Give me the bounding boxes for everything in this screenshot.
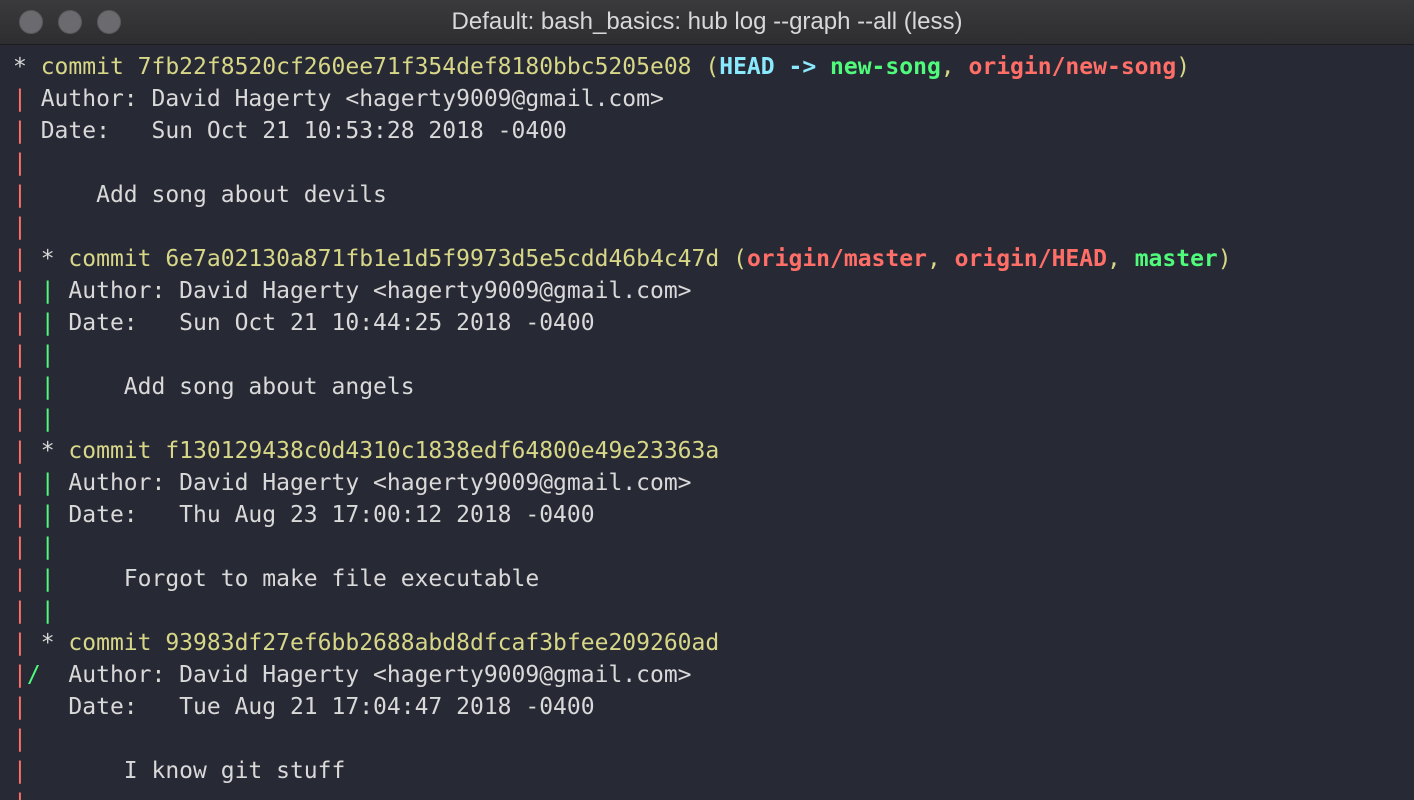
- terminal-line: |: [13, 211, 1414, 243]
- terminal-line: | * commit f130129438c0d4310c1838edf6480…: [13, 435, 1414, 467]
- terminal-text: (: [719, 246, 747, 272]
- terminal-text: |: [40, 566, 69, 592]
- terminal-text: |: [13, 758, 41, 784]
- terminal-text: origin/new-song: [968, 54, 1177, 80]
- terminal-text: |: [13, 694, 41, 720]
- terminal-line: | | Author: David Hagerty <hagerty9009@g…: [13, 275, 1414, 307]
- terminal-text: commit 6e7a02130a871fb1e1d5f9973d5e5cdd4…: [68, 246, 720, 272]
- terminal-line: |: [13, 147, 1414, 179]
- terminal-text: |: [13, 662, 27, 688]
- terminal-output[interactable]: * commit 7fb22f8520cf260ee71f354def8180b…: [0, 44, 1414, 800]
- terminal-text: |: [40, 310, 69, 336]
- terminal-text: |: [13, 438, 41, 464]
- terminal-text: |: [40, 374, 69, 400]
- terminal-text: |: [40, 598, 55, 624]
- terminal-text: |: [40, 534, 55, 560]
- terminal-line: | |: [13, 403, 1414, 435]
- terminal-text: ): [1217, 246, 1232, 272]
- terminal-text: |: [40, 470, 69, 496]
- terminal-line: | * commit 93983df27ef6bb2688abd8dfcaf3b…: [13, 627, 1414, 659]
- terminal-text: commit 7fb22f8520cf260ee71f354def8180bbc…: [40, 54, 692, 80]
- terminal-text: ): [1176, 54, 1191, 80]
- terminal-text: Add song about angels: [68, 374, 415, 400]
- terminal-text: |: [40, 406, 55, 432]
- terminal-line: | Date: Tue Aug 21 17:04:47 2018 -0400: [13, 691, 1414, 723]
- terminal-text: |: [13, 278, 41, 304]
- terminal-window: Default: bash_basics: hub log --graph --…: [0, 0, 1414, 800]
- terminal-text: /: [26, 662, 55, 688]
- terminal-text: ,: [940, 54, 969, 80]
- terminal-text: |: [13, 86, 41, 112]
- terminal-text: Author: David Hagerty <hagerty9009@gmail…: [68, 278, 692, 304]
- terminal-text: origin/master: [746, 246, 927, 272]
- terminal-text: Date: Tue Aug 21 17:04:47 2018 -0400: [40, 694, 595, 720]
- terminal-line: | * commit 6e7a02130a871fb1e1d5f9973d5e5…: [13, 243, 1414, 275]
- terminal-text: |: [13, 182, 41, 208]
- terminal-line: | Author: David Hagerty <hagerty9009@gma…: [13, 83, 1414, 115]
- terminal-text: |: [13, 150, 27, 176]
- terminal-text: HEAD ->: [719, 54, 831, 80]
- terminal-line: | I know git stuff: [13, 755, 1414, 787]
- terminal-line: | |: [13, 339, 1414, 371]
- window-title: Default: bash_basics: hub log --graph --…: [451, 8, 963, 35]
- terminal-text: Date: Sun Oct 21 10:44:25 2018 -0400: [68, 310, 595, 336]
- terminal-line: | Date: Sun Oct 21 10:53:28 2018 -0400: [13, 115, 1414, 147]
- terminal-line: | |: [13, 595, 1414, 627]
- terminal-text: *: [40, 438, 69, 464]
- terminal-text: *: [13, 54, 41, 80]
- terminal-line: | | Date: Thu Aug 23 17:00:12 2018 -0400: [13, 499, 1414, 531]
- terminal-text: |: [13, 118, 41, 144]
- terminal-text: |: [13, 374, 41, 400]
- terminal-text: |: [40, 278, 69, 304]
- terminal-text: |: [13, 246, 41, 272]
- terminal-text: |: [13, 470, 41, 496]
- terminal-text: |: [13, 598, 41, 624]
- terminal-line: |/ Author: David Hagerty <hagerty9009@gm…: [13, 659, 1414, 691]
- terminal-text: |: [13, 406, 41, 432]
- terminal-text: *: [40, 630, 69, 656]
- terminal-line: | | Author: David Hagerty <hagerty9009@g…: [13, 467, 1414, 499]
- terminal-text: |: [13, 726, 27, 752]
- terminal-text: new-song: [830, 54, 941, 80]
- terminal-text: ,: [926, 246, 955, 272]
- terminal-text: |: [13, 790, 27, 800]
- terminal-text: |: [40, 342, 55, 368]
- terminal-line: | |: [13, 531, 1414, 563]
- terminal-text: |: [13, 630, 41, 656]
- terminal-text: |: [13, 502, 41, 528]
- terminal-text: ,: [1106, 246, 1135, 272]
- terminal-text: Author: David Hagerty <hagerty9009@gmail…: [68, 470, 692, 496]
- terminal-line: |: [13, 787, 1414, 800]
- terminal-text: Author: David Hagerty <hagerty9009@gmail…: [54, 662, 692, 688]
- terminal-text: |: [40, 502, 69, 528]
- terminal-line: | | Date: Sun Oct 21 10:44:25 2018 -0400: [13, 307, 1414, 339]
- terminal-text: (: [691, 54, 720, 80]
- terminal-text: I know git stuff: [40, 758, 346, 784]
- terminal-text: |: [13, 310, 41, 336]
- terminal-text: Forgot to make file executable: [68, 566, 540, 592]
- terminal-line: | Add song about devils: [13, 179, 1414, 211]
- terminal-text: |: [13, 534, 41, 560]
- terminal-text: commit 93983df27ef6bb2688abd8dfcaf3bfee2…: [68, 630, 720, 656]
- terminal-line: | | Add song about angels: [13, 371, 1414, 403]
- terminal-line: * commit 7fb22f8520cf260ee71f354def8180b…: [13, 51, 1414, 83]
- terminal-text: master: [1134, 246, 1218, 272]
- title-bar: Default: bash_basics: hub log --graph --…: [0, 0, 1414, 45]
- terminal-text: Date: Thu Aug 23 17:00:12 2018 -0400: [68, 502, 595, 528]
- terminal-text: commit f130129438c0d4310c1838edf64800e49…: [68, 438, 720, 464]
- terminal-text: Date: Sun Oct 21 10:53:28 2018 -0400: [40, 118, 567, 144]
- terminal-line: | | Forgot to make file executable: [13, 563, 1414, 595]
- terminal-text: origin/HEAD: [954, 246, 1107, 272]
- terminal-text: *: [40, 246, 69, 272]
- terminal-text: |: [13, 342, 41, 368]
- terminal-line: |: [13, 723, 1414, 755]
- terminal-text: |: [13, 566, 41, 592]
- terminal-text: |: [13, 214, 27, 240]
- terminal-text: Author: David Hagerty <hagerty9009@gmail…: [40, 86, 664, 112]
- terminal-text: Add song about devils: [40, 182, 387, 208]
